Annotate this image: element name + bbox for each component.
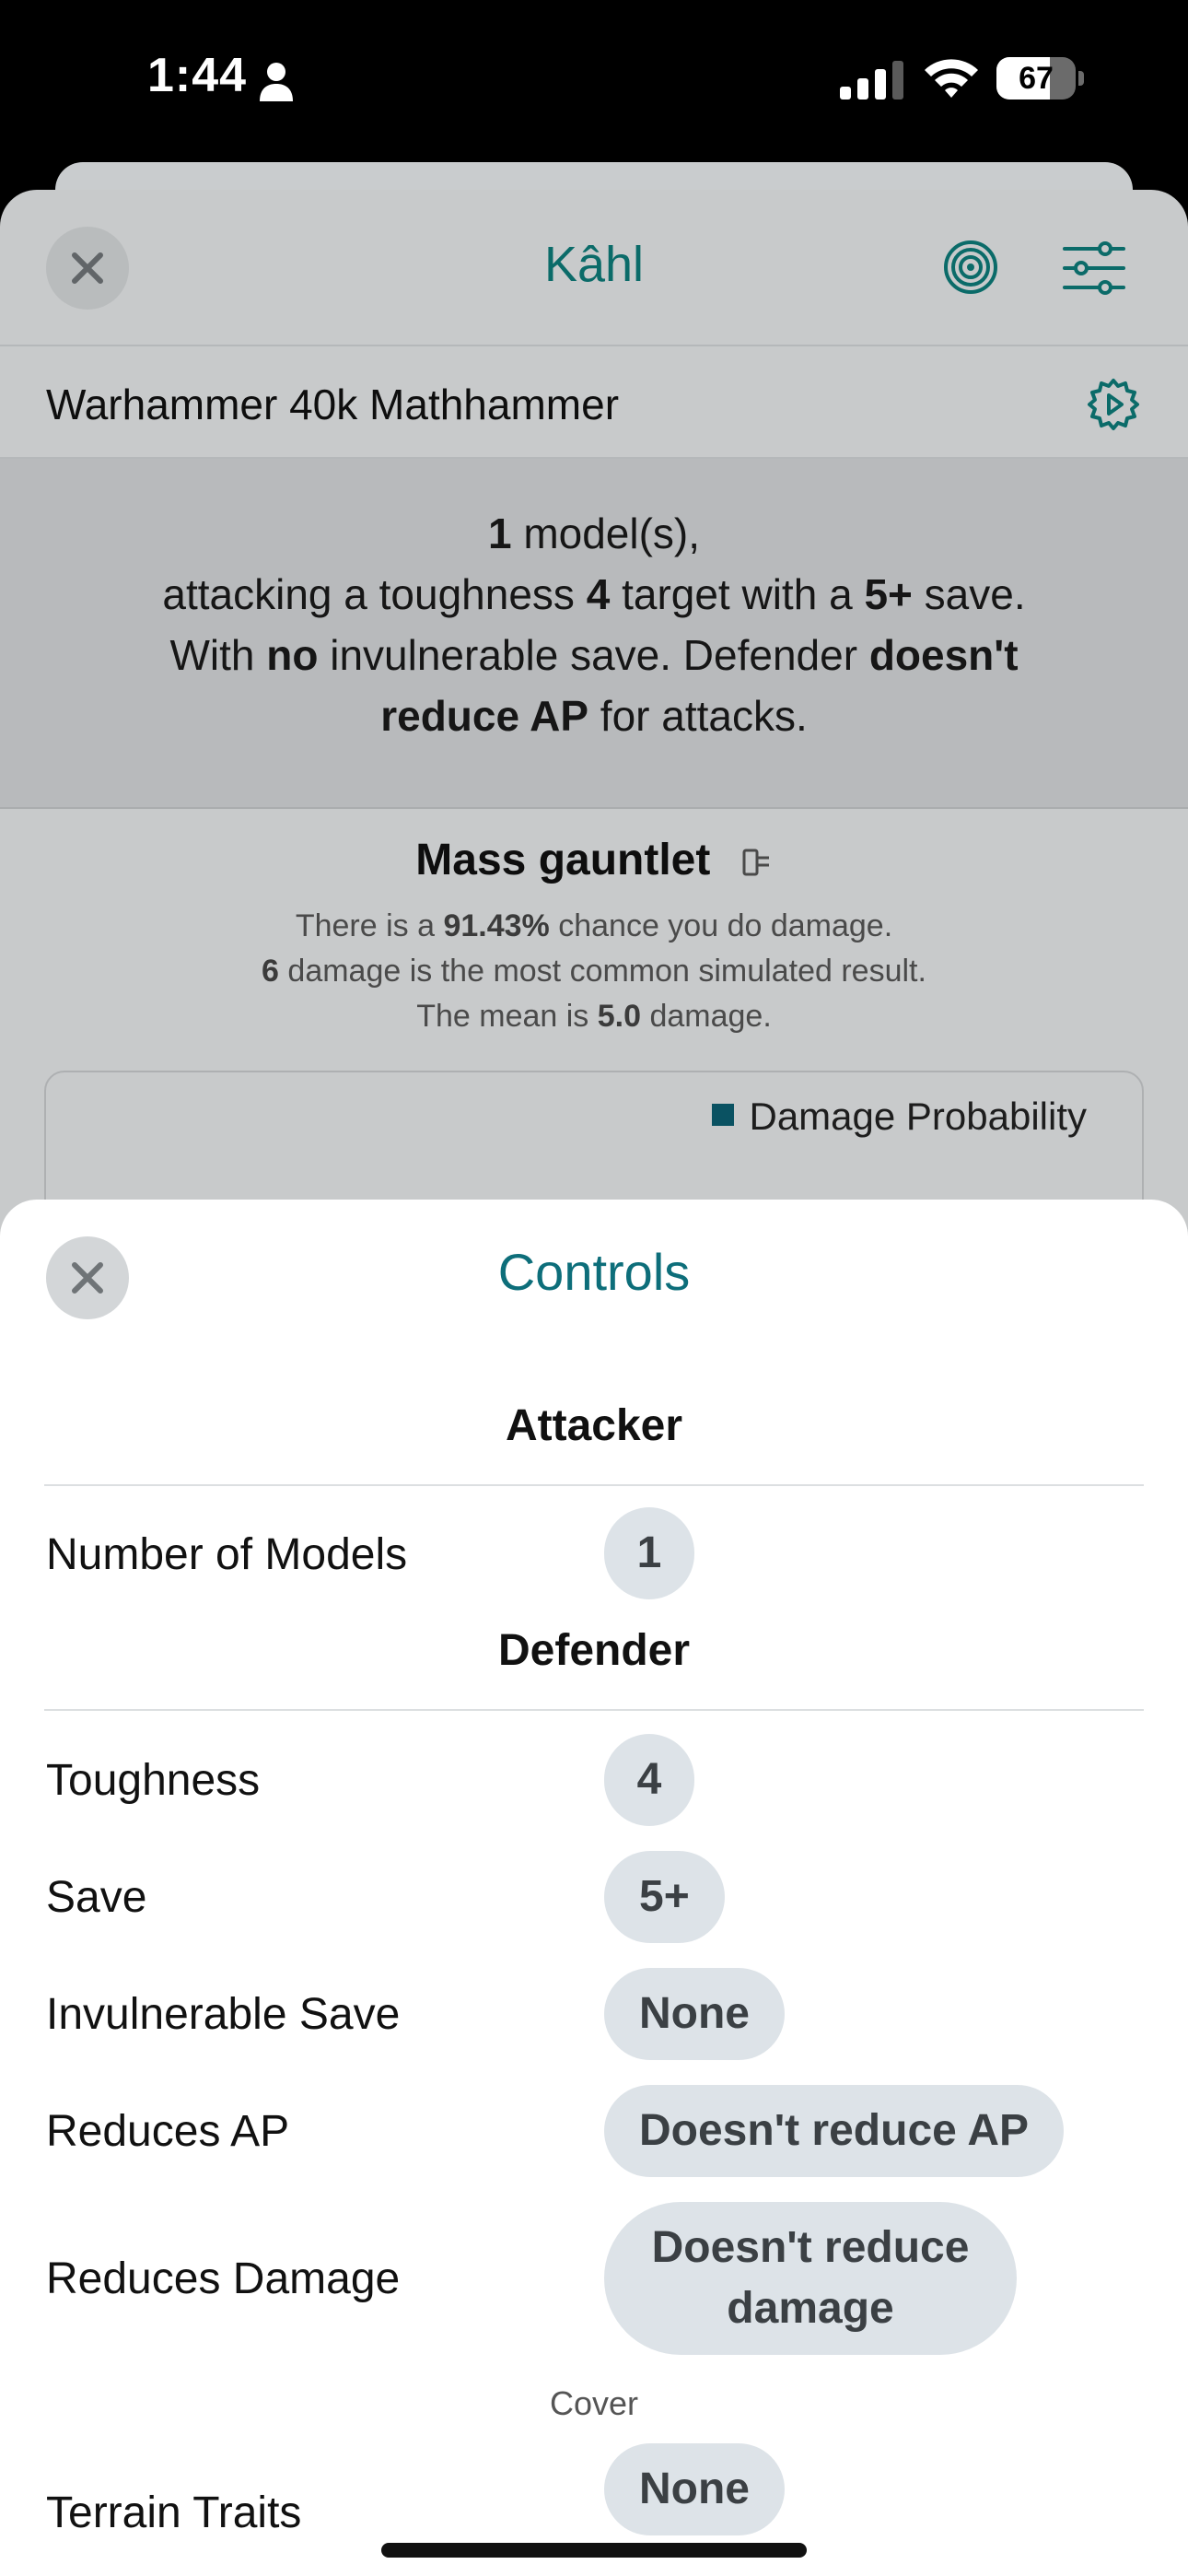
weapon-title: Mass gauntlet [0,835,1188,885]
status-bar: 1:44 67 [0,0,1188,157]
weapon-stats: There is a 91.43% chance you do damage. … [262,908,926,1034]
save-button[interactable]: 5+ [604,1851,725,1943]
toughness-label: Toughness [46,1756,261,1805]
subheader: Warhammer 40k Mathhammer [0,346,1188,459]
target-icon[interactable] [943,240,998,295]
summary-panel: 1 model(s), attacking a toughness 4 targ… [0,459,1188,809]
reduces-ap-label: Reduces AP [46,2107,290,2156]
invulnerable-save-label: Invulnerable Save [46,1990,401,2039]
main-header: Kâhl [0,190,1188,346]
weapon-info-icon[interactable] [741,847,773,878]
reduces-ap-button[interactable]: Doesn't reduce AP [604,2085,1065,2177]
person-icon [260,63,293,101]
sliders-icon[interactable] [1063,241,1125,295]
status-time: 1:44 [147,49,248,102]
legend-label: Damage Probability [749,1095,1087,1138]
summary-save: 5+ [864,570,913,618]
defender-heading: Defender [44,1625,1144,1711]
gear-play-icon[interactable] [1087,378,1140,431]
page-title: Kâhl [543,237,645,292]
terrain-traits-label: Terrain Traits [46,2488,302,2537]
save-label: Save [46,1873,147,1922]
screen: 1:44 67 Kâhl Warhammer 40k Mathhammer 1 … [0,0,1188,2576]
summary-invuln: no [266,631,319,679]
reduces-damage-label: Reduces Damage [46,2254,401,2303]
reduces-damage-button[interactable]: Doesn't reduce damage [604,2202,1017,2355]
legend-swatch [712,1104,735,1126]
terrain-traits-button[interactable]: None [604,2443,785,2535]
summary-toughness: 4 [586,570,611,618]
summary-models: 1 [487,509,512,557]
subheader-title: Warhammer 40k Mathhammer [46,381,620,428]
cellular-signal-icon [840,61,903,100]
wifi-icon [925,59,978,98]
controls-sheet: Controls Attacker Number of Models 1 Def… [0,1200,1188,2576]
controls-title: Controls [497,1243,691,1301]
mean-damage: 5.0 [597,999,642,1034]
battery-icon: 67 [996,57,1085,100]
common-damage: 6 [262,954,279,989]
damage-chance: 91.43% [443,908,550,943]
toughness-button[interactable]: 4 [604,1734,694,1826]
number-of-models-label: Number of Models [46,1530,408,1579]
attacker-heading: Attacker [44,1400,1144,1486]
home-indicator[interactable] [381,2543,807,2558]
cover-label: Cover [549,2384,639,2422]
chart-legend: Damage Probability [712,1095,1087,1139]
number-of-models-button[interactable]: 1 [604,1507,694,1599]
battery-level: 67 [1019,61,1054,96]
invulnerable-save-button[interactable]: None [604,1968,785,2060]
